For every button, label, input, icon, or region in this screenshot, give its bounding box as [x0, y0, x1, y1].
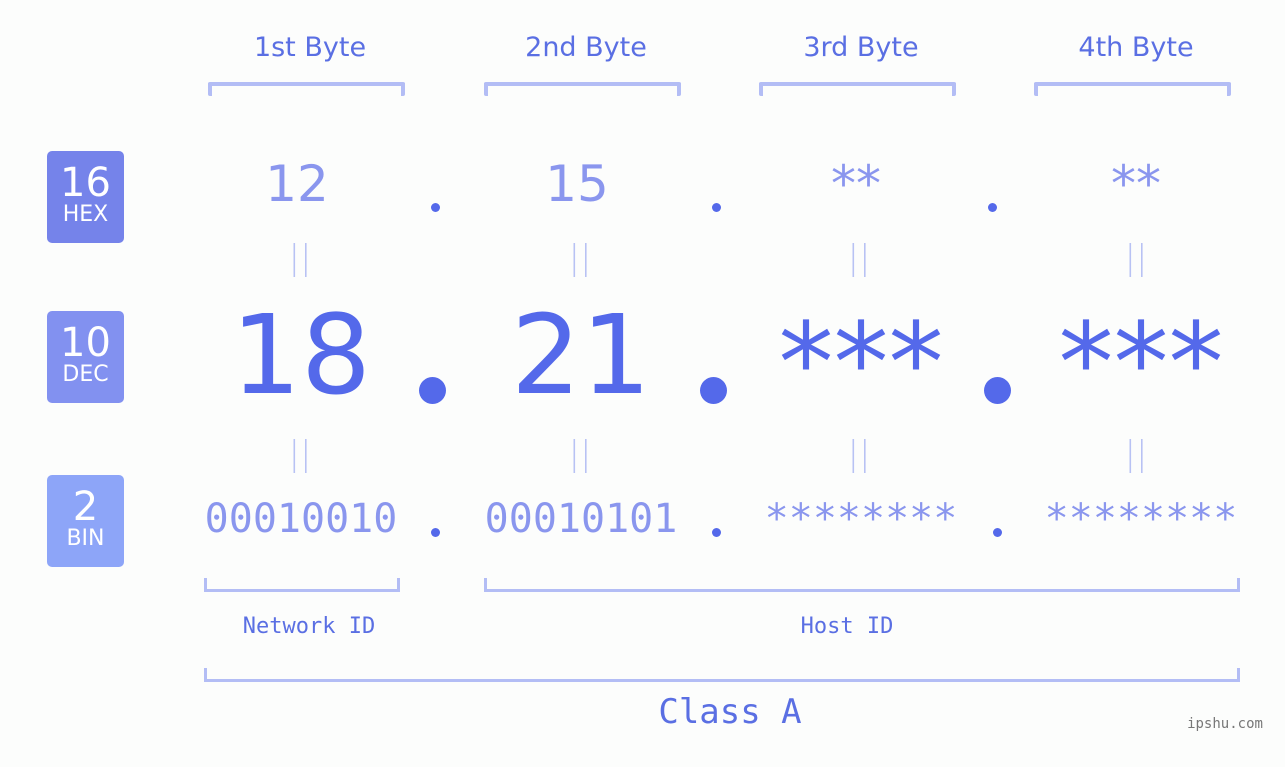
hex-value-3: **	[831, 155, 881, 213]
equals-sign: ||	[288, 238, 312, 278]
dec-dot-2	[700, 377, 727, 404]
network-id-label: Network ID	[242, 614, 376, 639]
equals-sign: ||	[847, 434, 871, 474]
equals-sign: ||	[1124, 434, 1148, 474]
hex-dot-3	[988, 203, 997, 212]
hex-value-1: 12	[265, 155, 329, 213]
bin-dot-3	[993, 528, 1002, 537]
byte-bracket-1	[208, 82, 405, 96]
hex-label: HEX	[62, 202, 109, 227]
watermark: ipshu.com	[1187, 716, 1263, 732]
byte-header-3: 3rd Byte	[803, 32, 919, 63]
dec-dot-1	[419, 377, 446, 404]
dec-badge: 10 DEC	[47, 311, 124, 403]
hex-value-2: 15	[545, 155, 609, 213]
dec-value-2: 21	[511, 291, 651, 419]
byte-bracket-3	[759, 82, 956, 96]
bin-value-3: ********	[764, 496, 958, 542]
dec-dot-3	[984, 377, 1011, 404]
equals-sign: ||	[568, 238, 592, 278]
bin-dot-2	[712, 528, 721, 537]
byte-header-2: 2nd Byte	[525, 32, 647, 63]
equals-sign: ||	[1124, 238, 1148, 278]
hex-dot-1	[431, 203, 440, 212]
bin-badge: 2 BIN	[47, 475, 124, 567]
dec-base: 10	[60, 320, 111, 366]
network-id-bracket	[204, 578, 400, 592]
byte-bracket-2	[484, 82, 681, 96]
bin-value-1: 00010010	[204, 496, 398, 542]
host-id-label: Host ID	[800, 614, 894, 639]
bin-value-4: ********	[1044, 496, 1238, 542]
bin-dot-1	[431, 528, 440, 537]
hex-dot-2	[712, 203, 721, 212]
dec-value-1: 18	[231, 291, 371, 419]
equals-sign: ||	[568, 434, 592, 474]
equals-sign: ||	[847, 238, 871, 278]
dec-value-3: ***	[778, 299, 944, 427]
equals-sign: ||	[288, 434, 312, 474]
byte-header-4: 4th Byte	[1078, 32, 1194, 63]
bin-base: 2	[72, 484, 99, 530]
bin-value-2: 00010101	[484, 496, 678, 542]
dec-label: DEC	[62, 362, 109, 387]
bin-label: BIN	[66, 526, 105, 551]
class-label: Class A	[658, 692, 802, 732]
byte-header-1: 1st Byte	[253, 32, 367, 63]
hex-base: 16	[60, 160, 111, 206]
class-bracket	[204, 668, 1240, 682]
dec-value-4: ***	[1058, 299, 1224, 427]
host-id-bracket	[484, 578, 1240, 592]
hex-value-4: **	[1111, 155, 1161, 213]
byte-bracket-4	[1034, 82, 1231, 96]
hex-badge: 16 HEX	[47, 151, 124, 243]
